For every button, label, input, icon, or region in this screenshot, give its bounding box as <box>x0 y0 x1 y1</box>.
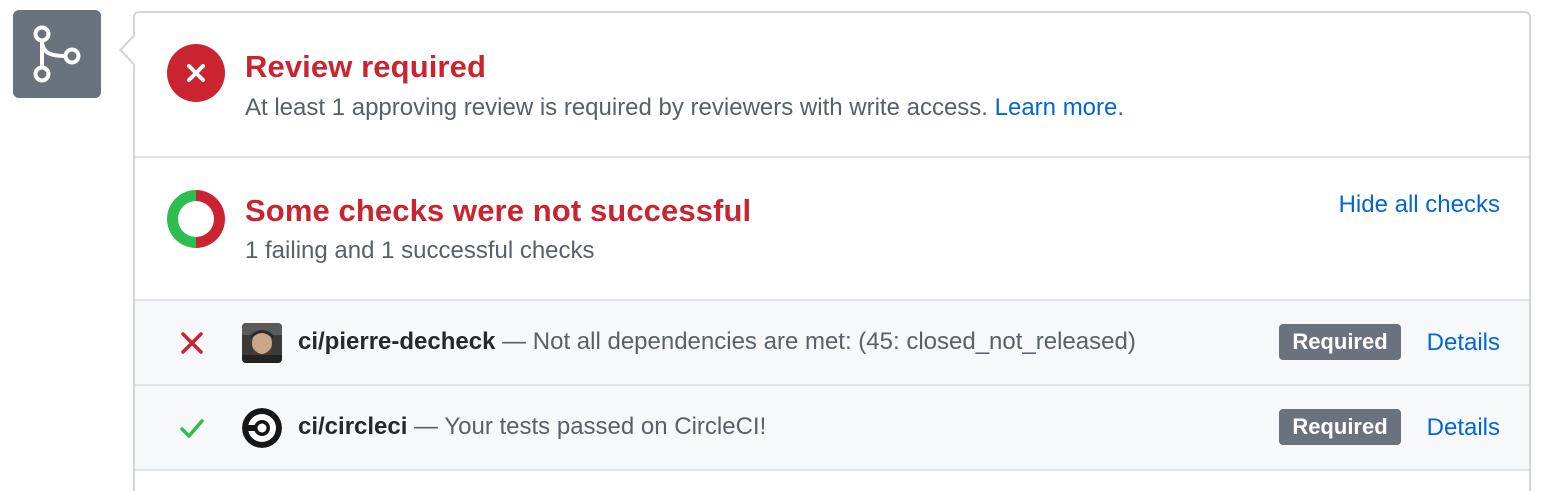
review-description-text: At least 1 approving review is required … <box>245 94 988 121</box>
check-description: ci/pierre-decheck — Not all dependencies… <box>298 328 1136 356</box>
review-section: Review required At least 1 approving rev… <box>135 13 1529 158</box>
circleci-logo-icon[interactable] <box>242 408 282 448</box>
x-icon <box>179 330 205 356</box>
user-avatar[interactable] <box>242 323 282 363</box>
check-icon <box>179 415 205 441</box>
check-row: ci/pierre-decheck — Not all dependencies… <box>135 301 1529 386</box>
merge-status-panel: Review required At least 1 approving rev… <box>133 11 1531 491</box>
learn-more-link[interactable]: Learn more. <box>995 94 1124 121</box>
checks-title: Some checks were not successful <box>245 193 752 228</box>
details-link[interactable]: Details <box>1427 414 1500 442</box>
check-message: — Your tests passed on CircleCI! <box>414 413 767 440</box>
required-badge: Required <box>1279 409 1401 445</box>
x-circle-icon <box>165 42 227 104</box>
partial-status-ring-icon <box>165 188 227 250</box>
check-description: ci/circleci — Your tests passed on Circl… <box>298 413 766 441</box>
review-title: Review required <box>245 49 486 84</box>
git-merge-icon <box>13 10 101 98</box>
checks-section: Some checks were not successful 1 failin… <box>135 158 1529 301</box>
check-row: ci/circleci — Your tests passed on Circl… <box>135 386 1529 471</box>
check-context: ci/pierre-decheck <box>298 328 496 355</box>
required-badge: Required <box>1279 324 1401 360</box>
hide-all-checks-link[interactable]: Hide all checks <box>1339 191 1500 219</box>
check-message: — Not all dependencies are met: (45: clo… <box>502 328 1136 355</box>
review-description: At least 1 approving review is required … <box>245 94 1124 122</box>
details-link[interactable]: Details <box>1427 329 1500 357</box>
check-context: ci/circleci <box>298 413 408 440</box>
checks-summary: 1 failing and 1 successful checks <box>245 237 595 264</box>
